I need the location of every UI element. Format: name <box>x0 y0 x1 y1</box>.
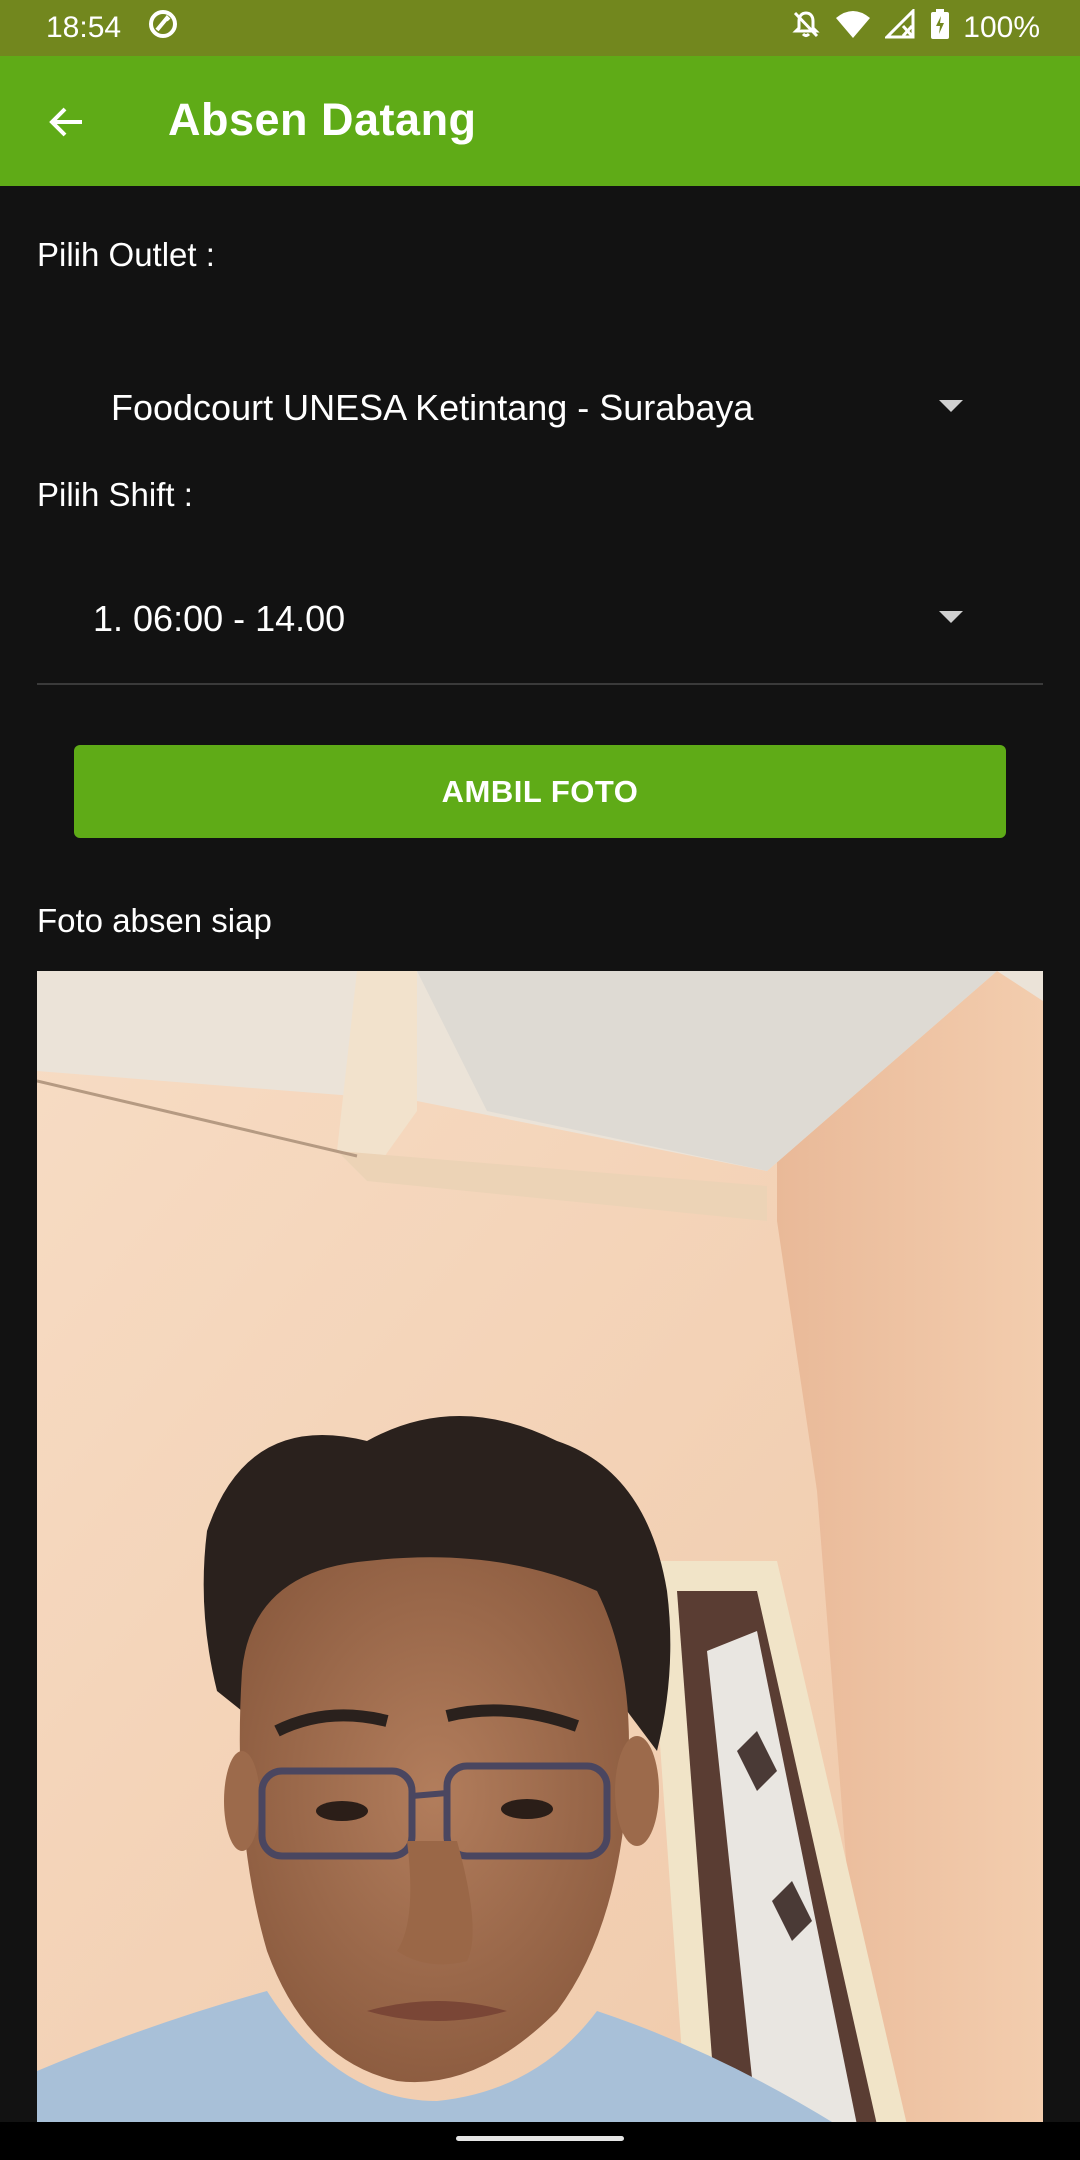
battery-percent: 100% <box>963 11 1040 44</box>
navigation-bar <box>0 2122 1080 2160</box>
outlet-selected-value: Foodcourt UNESA Ketintang - Surabaya <box>111 387 754 428</box>
photo-status-text: Foto absen siap <box>37 902 272 939</box>
shift-label: Pilih Shift : <box>37 476 193 513</box>
wifi-icon <box>835 9 871 47</box>
battery-icon <box>931 9 950 47</box>
dropdown-arrow-icon <box>939 400 963 412</box>
outlet-label: Pilih Outlet : <box>37 236 215 273</box>
attendance-photo <box>37 971 1043 2125</box>
app-bar: Absen Datang <box>0 56 1080 186</box>
page-title: Absen Datang <box>168 94 477 145</box>
shift-selected-value: 1. 06:00 - 14.00 <box>93 598 346 639</box>
app-notification-icon <box>147 8 179 48</box>
status-bar: 18:54 100% <box>0 0 1080 56</box>
status-time: 18:54 <box>46 11 122 44</box>
notifications-off-icon <box>791 9 821 47</box>
dropdown-arrow-icon <box>939 611 963 623</box>
shift-dropdown[interactable]: 1. 06:00 - 14.00 <box>37 571 1043 667</box>
back-button[interactable] <box>28 86 104 162</box>
arrow-back-icon <box>46 102 86 147</box>
take-photo-button[interactable]: AMBIL FOTO <box>74 745 1006 838</box>
signal-icon <box>883 7 917 47</box>
divider <box>37 683 1043 685</box>
outlet-dropdown[interactable]: Foodcourt UNESA Ketintang - Surabaya <box>37 360 1043 456</box>
home-gesture-handle[interactable] <box>456 2136 624 2141</box>
